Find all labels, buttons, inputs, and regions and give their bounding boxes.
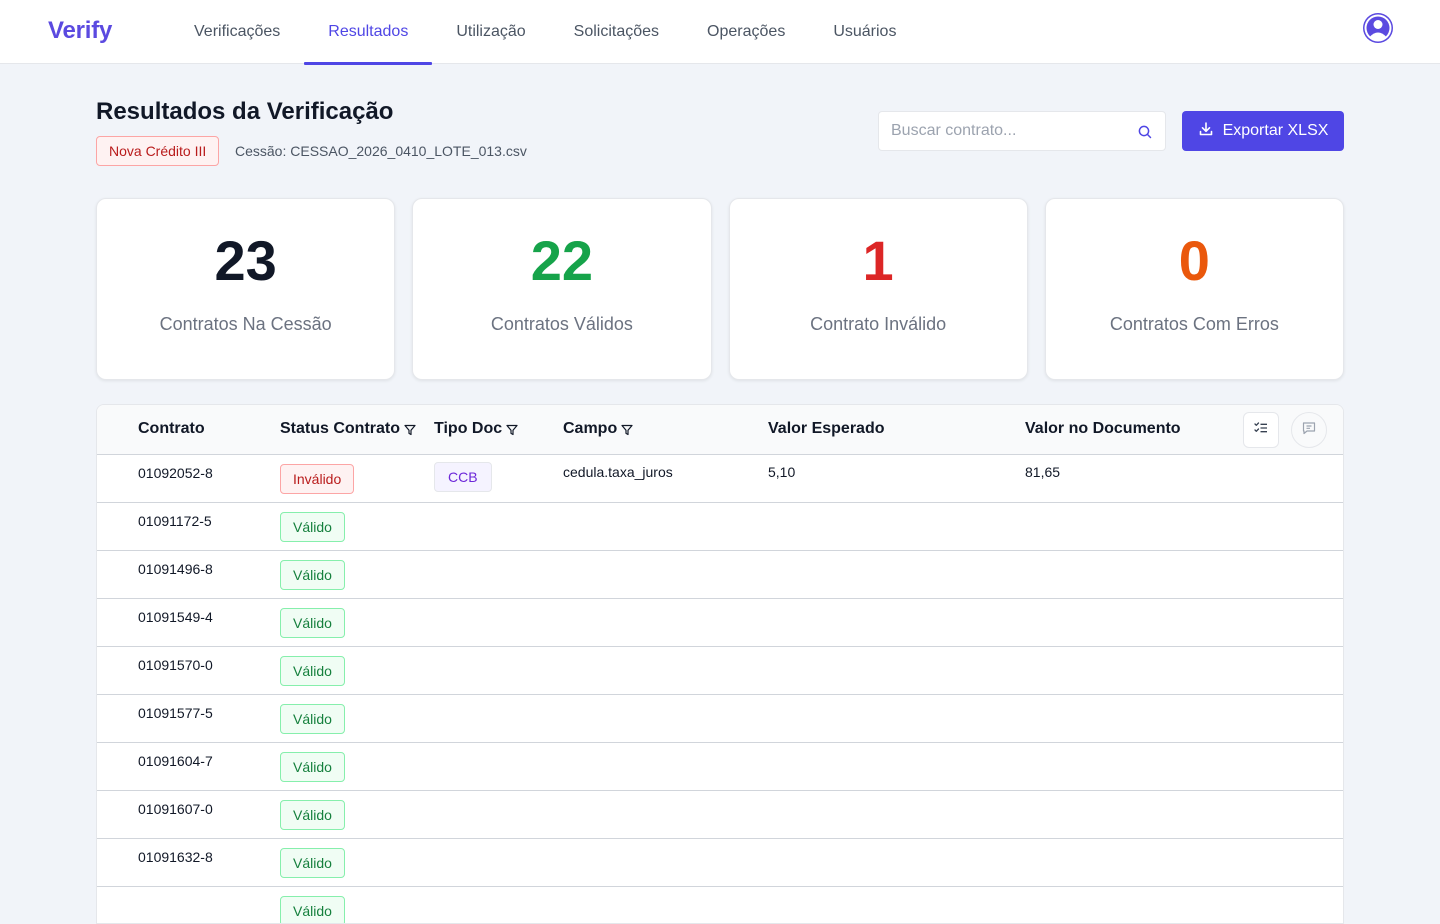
nav-tab-utilizacao[interactable]: Utilização xyxy=(432,0,549,64)
cell-valor-esperado: 5,10 xyxy=(768,464,796,480)
table-header: Contrato Status Contrato Tipo Doc Campo … xyxy=(97,405,1343,455)
export-xlsx-button[interactable]: Exportar XLSX xyxy=(1182,111,1344,151)
search-input[interactable] xyxy=(879,112,1165,150)
cell-campo: cedula.taxa_juros xyxy=(563,464,673,480)
table-row[interactable]: 01091549-4 Válido xyxy=(97,599,1343,647)
nav-tab-usuarios[interactable]: Usuários xyxy=(809,0,920,64)
checklist-icon xyxy=(1253,420,1269,441)
stat-label: Contratos Com Erros xyxy=(1109,314,1279,334)
results-table: Contrato Status Contrato Tipo Doc Campo … xyxy=(96,404,1344,924)
stat-card-valid: 22 Contratos Válidos xyxy=(412,198,712,380)
column-header-tipo-doc[interactable]: Tipo Doc xyxy=(434,420,518,438)
stat-card-errors: 0 Contratos Com Erros xyxy=(1044,198,1344,380)
status-badge: Inválido xyxy=(280,464,355,494)
table-row[interactable]: 01091604-7 Válido xyxy=(97,743,1343,791)
cell-contrato: 01091570-0 xyxy=(138,657,213,673)
status-badge: Válido xyxy=(280,608,345,638)
nav-tab-verificacoes[interactable]: Verificações xyxy=(170,0,304,64)
cell-contrato: 01091632-8 xyxy=(138,849,213,865)
filter-icon[interactable] xyxy=(621,423,633,436)
table-row[interactable]: 01091632-8 Válido xyxy=(97,839,1343,887)
cell-contrato: 01091604-7 xyxy=(138,753,213,769)
page-title: Resultados da Verificação xyxy=(96,98,394,125)
stat-value: 0 xyxy=(1178,229,1210,292)
status-badge: Válido xyxy=(280,512,345,542)
source-badge: Nova Crédito III xyxy=(96,136,220,166)
session-filename: Cessão: CESSAO_2026_0410_LOTE_013.csv xyxy=(235,143,527,159)
search-box xyxy=(878,111,1166,151)
table-row[interactable]: 01091496-8 Válido xyxy=(97,551,1343,599)
status-badge: Válido xyxy=(280,848,345,878)
column-header-valor-documento[interactable]: Valor no Documento xyxy=(1025,420,1181,438)
column-header-campo[interactable]: Campo xyxy=(563,420,633,438)
cell-contrato: 01091577-5 xyxy=(138,705,213,721)
comments-button[interactable] xyxy=(1291,412,1327,448)
filter-icon[interactable] xyxy=(506,423,518,436)
summary-stats: 23 Contratos Na Cessão 22 Contratos Váli… xyxy=(96,198,1344,380)
stat-card-invalid: 1 Contrato Inválido xyxy=(728,198,1028,380)
brand-logo[interactable]: Verify xyxy=(48,17,112,45)
nav-tab-operacoes[interactable]: Operações xyxy=(683,0,809,64)
cell-valor-documento: 81,65 xyxy=(1025,464,1061,480)
column-header-contrato[interactable]: Contrato xyxy=(138,420,205,438)
main-nav: Verificações Resultados Utilização Solic… xyxy=(170,0,920,65)
filter-icon[interactable] xyxy=(404,423,416,436)
cell-contrato: 01092052-8 xyxy=(138,465,213,481)
column-header-status[interactable]: Status Contrato xyxy=(280,420,416,438)
status-badge: Válido xyxy=(280,704,345,734)
stat-label: Contrato Inválido xyxy=(810,314,947,334)
stat-label: Contratos Válidos xyxy=(490,314,633,334)
stat-card-total: 23 Contratos Na Cessão xyxy=(96,198,396,380)
cell-contrato: 01091172-5 xyxy=(138,513,212,529)
top-navigation-bar: Verify Verificações Resultados Utilizaçã… xyxy=(0,0,1440,65)
download-icon xyxy=(1198,121,1214,142)
table-row[interactable]: 01092052-8 Inválido CCB cedula.taxa_juro… xyxy=(97,455,1343,503)
search-icon[interactable] xyxy=(1137,124,1153,140)
column-options-button[interactable] xyxy=(1243,412,1279,448)
cell-contrato: 01091607-0 xyxy=(138,801,213,817)
table-row[interactable]: Válido xyxy=(97,887,1343,923)
column-header-valor-esperado[interactable]: Valor Esperado xyxy=(768,420,885,438)
nav-tab-resultados[interactable]: Resultados xyxy=(304,0,433,65)
comment-icon xyxy=(1301,420,1317,441)
doc-type-badge: CCB xyxy=(434,462,492,492)
export-label: Exportar XLSX xyxy=(1222,122,1329,139)
user-avatar-icon[interactable] xyxy=(1363,13,1393,43)
nav-tab-solicitacoes[interactable]: Solicitações xyxy=(550,0,683,64)
cell-contrato: 01091549-4 xyxy=(138,609,213,625)
status-badge: Válido xyxy=(280,896,345,923)
cell-contrato: 01091496-8 xyxy=(138,561,213,577)
stat-value: 23 xyxy=(214,229,277,292)
status-badge: Válido xyxy=(280,656,345,686)
table-row[interactable]: 01091570-0 Válido xyxy=(97,647,1343,695)
table-row[interactable]: 01091577-5 Válido xyxy=(97,695,1343,743)
status-badge: Válido xyxy=(280,800,345,830)
status-badge: Válido xyxy=(280,560,345,590)
stat-value: 1 xyxy=(862,229,894,292)
stat-value: 22 xyxy=(530,229,594,292)
stat-label: Contratos Na Cessão xyxy=(159,314,332,334)
table-row[interactable]: 01091172-5 Válido xyxy=(97,503,1343,551)
status-badge: Válido xyxy=(280,752,345,782)
table-row[interactable]: 01091607-0 Válido xyxy=(97,791,1343,839)
